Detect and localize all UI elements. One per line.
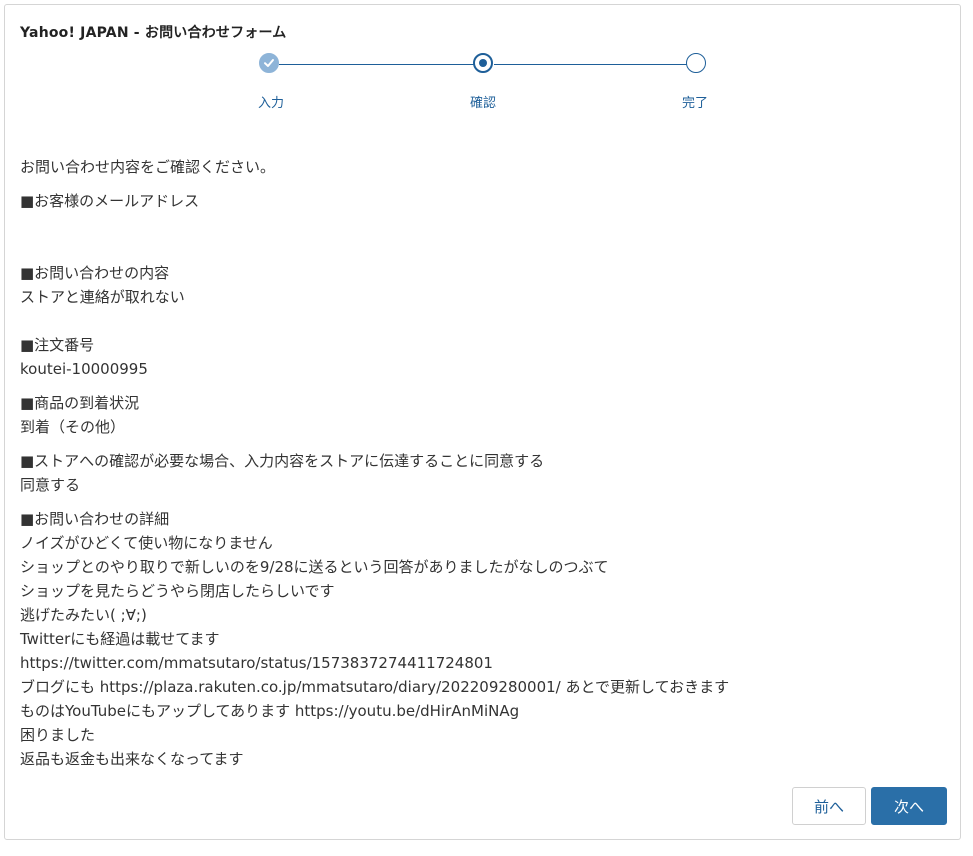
back-button[interactable]: 前へ <box>792 787 866 825</box>
section-value: ストアと連絡が取れない <box>20 288 185 306</box>
section-arrival-status: ■商品の到着状況 到着（その他） <box>20 391 940 439</box>
section-details: ■お問い合わせの詳細 ノイズがひどくて使い物になりません ショップとのやり取りで… <box>20 507 940 771</box>
section-heading: ■お客様のメールアドレス <box>20 192 200 210</box>
section-value <box>20 213 940 237</box>
page-title: Yahoo! JAPAN - お問い合わせフォーム <box>20 25 287 41</box>
step-label-complete: 完了 <box>681 96 708 111</box>
section-email: ■お客様のメールアドレス <box>20 189 940 237</box>
form-container: Yahoo! JAPAN - お問い合わせフォーム 入力 確認 完了 お問い合わ… <box>4 4 961 840</box>
step-complete-circle <box>686 53 706 73</box>
section-order-number: ■注文番号 koutei-10000995 <box>20 333 940 381</box>
confirmation-content: お問い合わせ内容をご確認ください。 ■お客様のメールアドレス ■お問い合わせの内… <box>20 155 940 781</box>
next-button[interactable]: 次へ <box>871 787 947 825</box>
section-value: 同意する <box>20 476 81 494</box>
progress-stepper: 入力 確認 完了 <box>5 53 962 113</box>
section-inquiry-type: ■お問い合わせの内容 ストアと連絡が取れない <box>20 261 940 309</box>
section-heading: ■ストアへの確認が必要な場合、入力内容をストアに伝達することに同意する <box>20 452 545 470</box>
step-label-confirm: 確認 <box>469 96 496 111</box>
section-value: koutei-10000995 <box>20 360 148 378</box>
intro-text: お問い合わせ内容をご確認ください。 <box>20 158 276 176</box>
section-consent: ■ストアへの確認が必要な場合、入力内容をストアに伝達することに同意する 同意する <box>20 449 940 497</box>
step-confirm-circle <box>473 53 493 73</box>
section-heading: ■商品の到着状況 <box>20 394 140 412</box>
section-heading: ■お問い合わせの詳細 <box>20 510 170 528</box>
step-input-circle <box>259 53 279 73</box>
current-step-dot <box>479 59 487 67</box>
section-heading: ■お問い合わせの内容 <box>20 264 170 282</box>
section-heading: ■注文番号 <box>20 336 95 354</box>
step-label-input: 入力 <box>257 96 284 111</box>
check-icon <box>264 59 274 67</box>
stepper-line-2 <box>494 64 687 65</box>
section-value: 到着（その他） <box>20 418 126 436</box>
section-value: ノイズがひどくて使い物になりません ショップとのやり取りで新しいのを9/28に送… <box>20 534 730 768</box>
stepper-line-1 <box>279 64 474 65</box>
